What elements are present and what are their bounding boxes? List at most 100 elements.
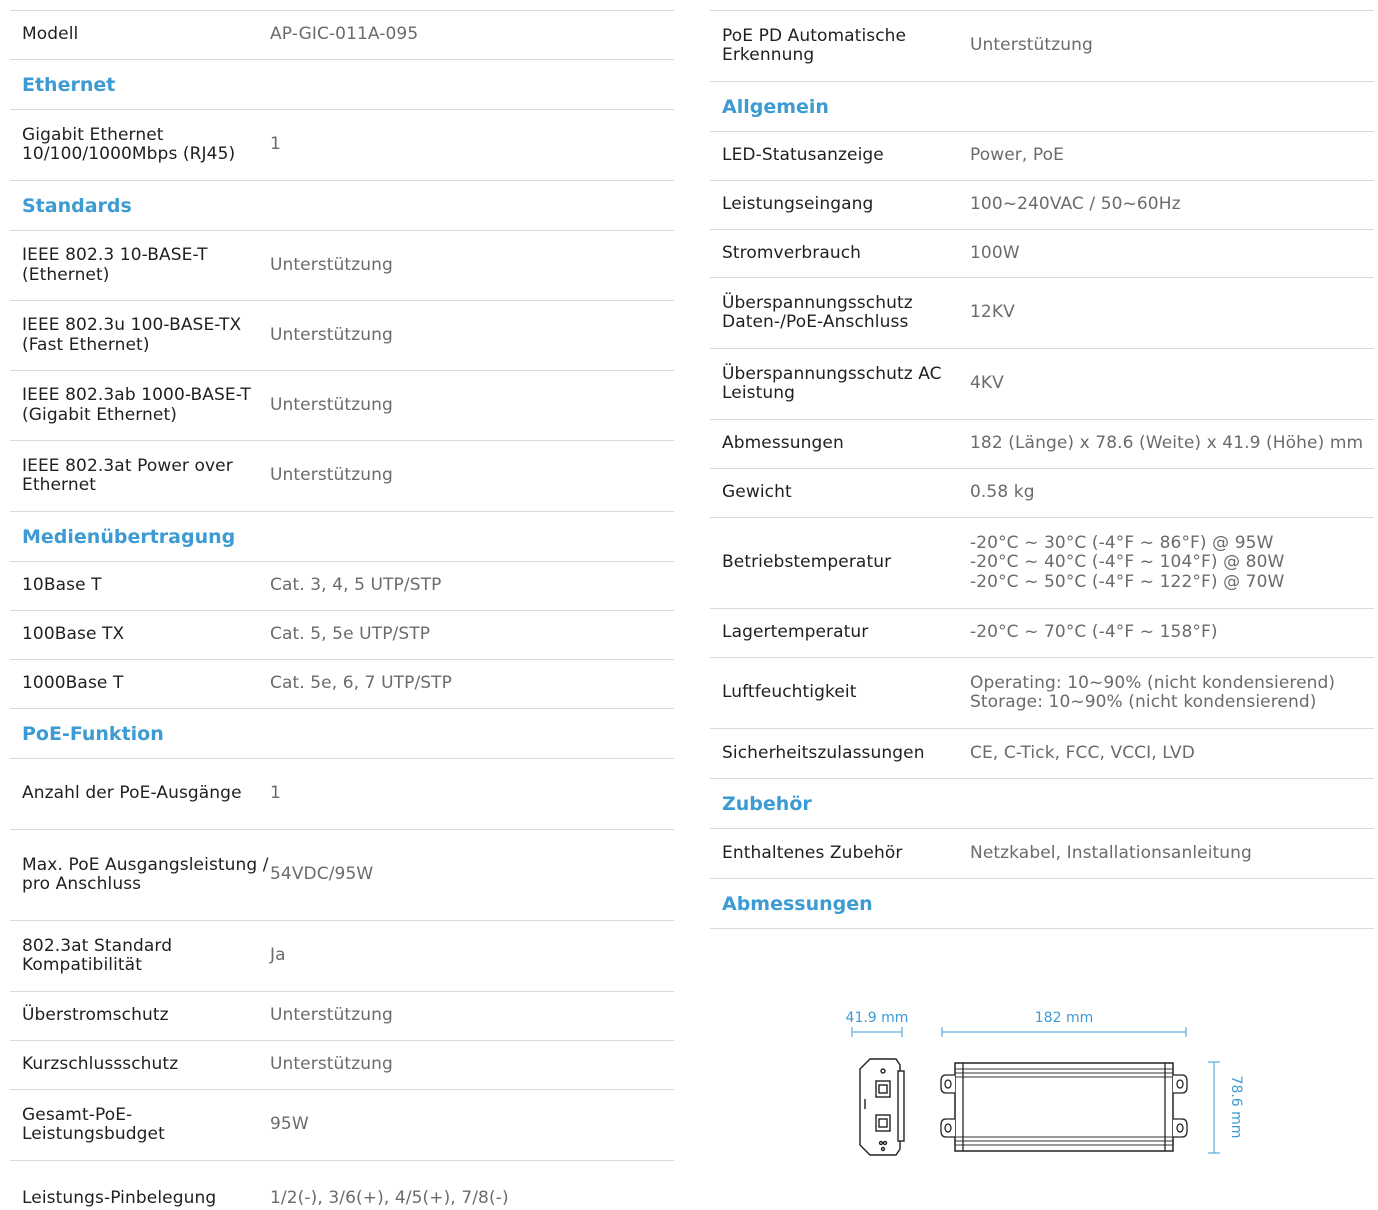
spec-row-medien: 100Base TX Cat. 5, 5e UTP/STP: [10, 610, 674, 659]
spec-value: Unterstützung: [270, 1005, 393, 1026]
spec-row-allgemein: Stromverbrauch 100W: [710, 229, 1374, 277]
spec-value: 1/2(-), 3/6(+), 4/5(+), 7/8(-): [270, 1187, 509, 1208]
spec-value: Cat. 5e, 6, 7 UTP/STP: [270, 673, 453, 694]
spec-label: Enthaltenes Zubehör: [722, 842, 903, 863]
section-heading-allgemein: Allgemein: [710, 81, 1374, 131]
spec-label: Sicherheitszulassungen: [722, 742, 925, 763]
spec-value: 12KV: [970, 302, 1015, 323]
dim-width-label: 78.6 mm: [1228, 1076, 1244, 1139]
spec-label: LED-Statusanzeige: [722, 145, 884, 166]
spec-label: Anzahl der PoE-Ausgänge: [22, 783, 242, 804]
spec-label: Gigabit Ethernet 10/100/1000Mbps (RJ45): [22, 124, 236, 164]
section-heading-standards: Standards: [10, 180, 674, 230]
spec-row-poe-pd: PoE PD Automatische Erkennung Unterstütz…: [710, 10, 1374, 81]
spec-row-medien: 1000Base T Cat. 5e, 6, 7 UTP/STP: [10, 659, 674, 708]
spec-label: IEEE 802.3 10-BASE-T (Ethernet): [22, 245, 208, 285]
spec-value: Unterstützung: [270, 254, 393, 275]
spec-value: 54VDC/95W: [270, 864, 374, 885]
spec-value: CE, C-Tick, FCC, VCCI, LVD: [970, 742, 1195, 763]
spec-label: Leistungseingang: [722, 194, 874, 215]
spec-label: Stromverbrauch: [722, 242, 862, 263]
spec-value: Ja: [270, 945, 286, 966]
section-heading-poe: PoE-Funktion: [10, 708, 674, 758]
spec-value: Netzkabel, Installationsanleitung: [970, 842, 1252, 863]
section-heading-medien: Medienübertragung: [10, 511, 674, 561]
spec-label: Überstromschutz: [22, 1005, 169, 1026]
spec-label: IEEE 802.3u 100-BASE-TX (Fast Ethernet): [22, 315, 242, 355]
spec-label: Kurzschlussschutz: [22, 1054, 179, 1075]
spec-value: 182 (Länge) x 78.6 (Weite) x 41.9 (Höhe)…: [970, 433, 1364, 454]
spec-value: Unterstützung: [270, 1054, 393, 1075]
spec-value: -20°C ~ 70°C (-4°F ~ 158°F): [970, 622, 1218, 643]
section-heading-abmessungen: Abmessungen: [710, 878, 1374, 928]
section-heading-zubehoer: Zubehör: [710, 778, 1374, 828]
spec-label: Max. PoE Ausgangsleistung / pro Anschlus…: [22, 854, 269, 894]
table-bottom-rule: [710, 928, 1374, 929]
spec-value: Power, PoE: [970, 145, 1064, 166]
spec-row-allgemein: Leistungseingang 100~240VAC / 50~60Hz: [710, 180, 1374, 229]
spec-row-allgemein: Sicherheitszulassungen CE, C-Tick, FCC, …: [710, 728, 1374, 778]
spec-label: PoE PD Automatische Erkennung: [722, 25, 907, 65]
spec-value: 100W: [970, 242, 1020, 263]
spec-value: Cat. 3, 4, 5 UTP/STP: [270, 575, 442, 596]
spec-label: Überspannungsschutz Daten-/PoE-Anschluss: [722, 292, 913, 332]
spec-label: Modell: [22, 24, 79, 45]
spec-row-standard: IEEE 802.3u 100-BASE-TX (Fast Ethernet) …: [10, 300, 674, 370]
spec-label: 10Base T: [22, 575, 102, 596]
spec-row-standard: IEEE 802.3 10-BASE-T (Ethernet) Unterstü…: [10, 230, 674, 300]
spec-value: Unterstützung: [970, 35, 1093, 56]
spec-label: 1000Base T: [22, 673, 124, 694]
dimension-drawing: 41.9 mm 182 mm 78.6 mm: [846, 1010, 1244, 1156]
spec-row-poe: 802.3at Standard Kompatibilität Ja: [10, 920, 674, 991]
spec-value: Cat. 5, 5e UTP/STP: [270, 624, 431, 645]
spec-row-allgemein: Lagertemperatur -20°C ~ 70°C (-4°F ~ 158…: [710, 608, 1374, 657]
section-heading-ethernet: Ethernet: [10, 59, 674, 109]
spec-row-zubehoer: Enthaltenes Zubehör Netzkabel, Installat…: [710, 828, 1374, 878]
spec-row-poe: Anzahl der PoE-Ausgänge 1: [10, 758, 674, 829]
spec-label: Gesamt-PoE-Leistungsbudget: [22, 1104, 165, 1144]
spec-value: 1: [270, 783, 281, 804]
spec-label: Abmessungen: [722, 433, 844, 454]
spec-row-allgemein: Abmessungen 182 (Länge) x 78.6 (Weite) x…: [710, 419, 1374, 468]
device-top-view: [940, 1062, 1188, 1152]
spec-label: Lagertemperatur: [722, 622, 869, 643]
spec-label: 802.3at Standard Kompatibilität: [22, 935, 173, 975]
spec-label: Betriebstemperatur: [722, 552, 892, 573]
spec-row-standard: IEEE 802.3at Power over Ethernet Unterst…: [10, 440, 674, 511]
spec-row-gigabit-ethernet: Gigabit Ethernet 10/100/1000Mbps (RJ45) …: [10, 109, 674, 180]
spec-value: 95W: [270, 1114, 309, 1135]
spec-value: Unterstützung: [270, 465, 393, 486]
dim-height-label: 41.9 mm: [846, 1010, 909, 1026]
spec-label: Überspannungsschutz AC Leistung: [722, 363, 942, 403]
spec-value: 4KV: [970, 373, 1004, 394]
spec-label: Leistungs-Pinbelegung: [22, 1187, 217, 1208]
spec-row-poe: Leistungs-Pinbelegung 1/2(-), 3/6(+), 4/…: [10, 1160, 674, 1210]
spec-label: 100Base TX: [22, 624, 125, 645]
spec-label: IEEE 802.3ab 1000-BASE-T (Gigabit Ethern…: [22, 385, 251, 425]
spec-row-modell: Modell AP-GIC-011A-095: [10, 10, 674, 59]
spec-row-poe: Max. PoE Ausgangsleistung / pro Anschlus…: [10, 829, 674, 920]
spec-value: AP-GIC-011A-095: [270, 24, 419, 45]
spec-value: Operating: 10~90% (nicht kondensierend) …: [970, 672, 1336, 712]
spec-label: Gewicht: [722, 482, 792, 503]
spec-table-left: Modell AP-GIC-011A-095 Ethernet Gigabit …: [10, 10, 674, 1210]
spec-value: -20°C ~ 30°C (-4°F ~ 86°F) @ 95W -20°C ~…: [970, 533, 1285, 592]
spec-value: 0.58 kg: [970, 482, 1035, 503]
spec-row-allgemein: Luftfeuchtigkeit Operating: 10~90% (nich…: [710, 657, 1374, 728]
spec-value: Unterstützung: [270, 394, 393, 415]
spec-row-allgemein: LED-Statusanzeige Power, PoE: [710, 131, 1374, 180]
spec-row-allgemein: Überspannungsschutz AC Leistung 4KV: [710, 348, 1374, 419]
dim-length-label: 182 mm: [1035, 1010, 1093, 1026]
spec-value: 1: [270, 134, 281, 155]
spec-value: Unterstützung: [270, 324, 393, 345]
spec-row-medien: 10Base T Cat. 3, 4, 5 UTP/STP: [10, 561, 674, 610]
spec-row-standard: IEEE 802.3ab 1000-BASE-T (Gigabit Ethern…: [10, 370, 674, 440]
spec-label: Luftfeuchtigkeit: [722, 682, 857, 703]
spec-row-allgemein: Überspannungsschutz Daten-/PoE-Anschluss…: [710, 277, 1374, 348]
device-side-view: [859, 1058, 905, 1156]
spec-row-poe: Kurzschlussschutz Unterstützung: [10, 1040, 674, 1089]
spec-row-allgemein: Gewicht 0.58 kg: [710, 468, 1374, 517]
spec-label: IEEE 802.3at Power over Ethernet: [22, 455, 233, 495]
spec-row-poe: Überstromschutz Unterstützung: [10, 991, 674, 1040]
spec-row-poe: Gesamt-PoE-Leistungsbudget 95W: [10, 1089, 674, 1160]
